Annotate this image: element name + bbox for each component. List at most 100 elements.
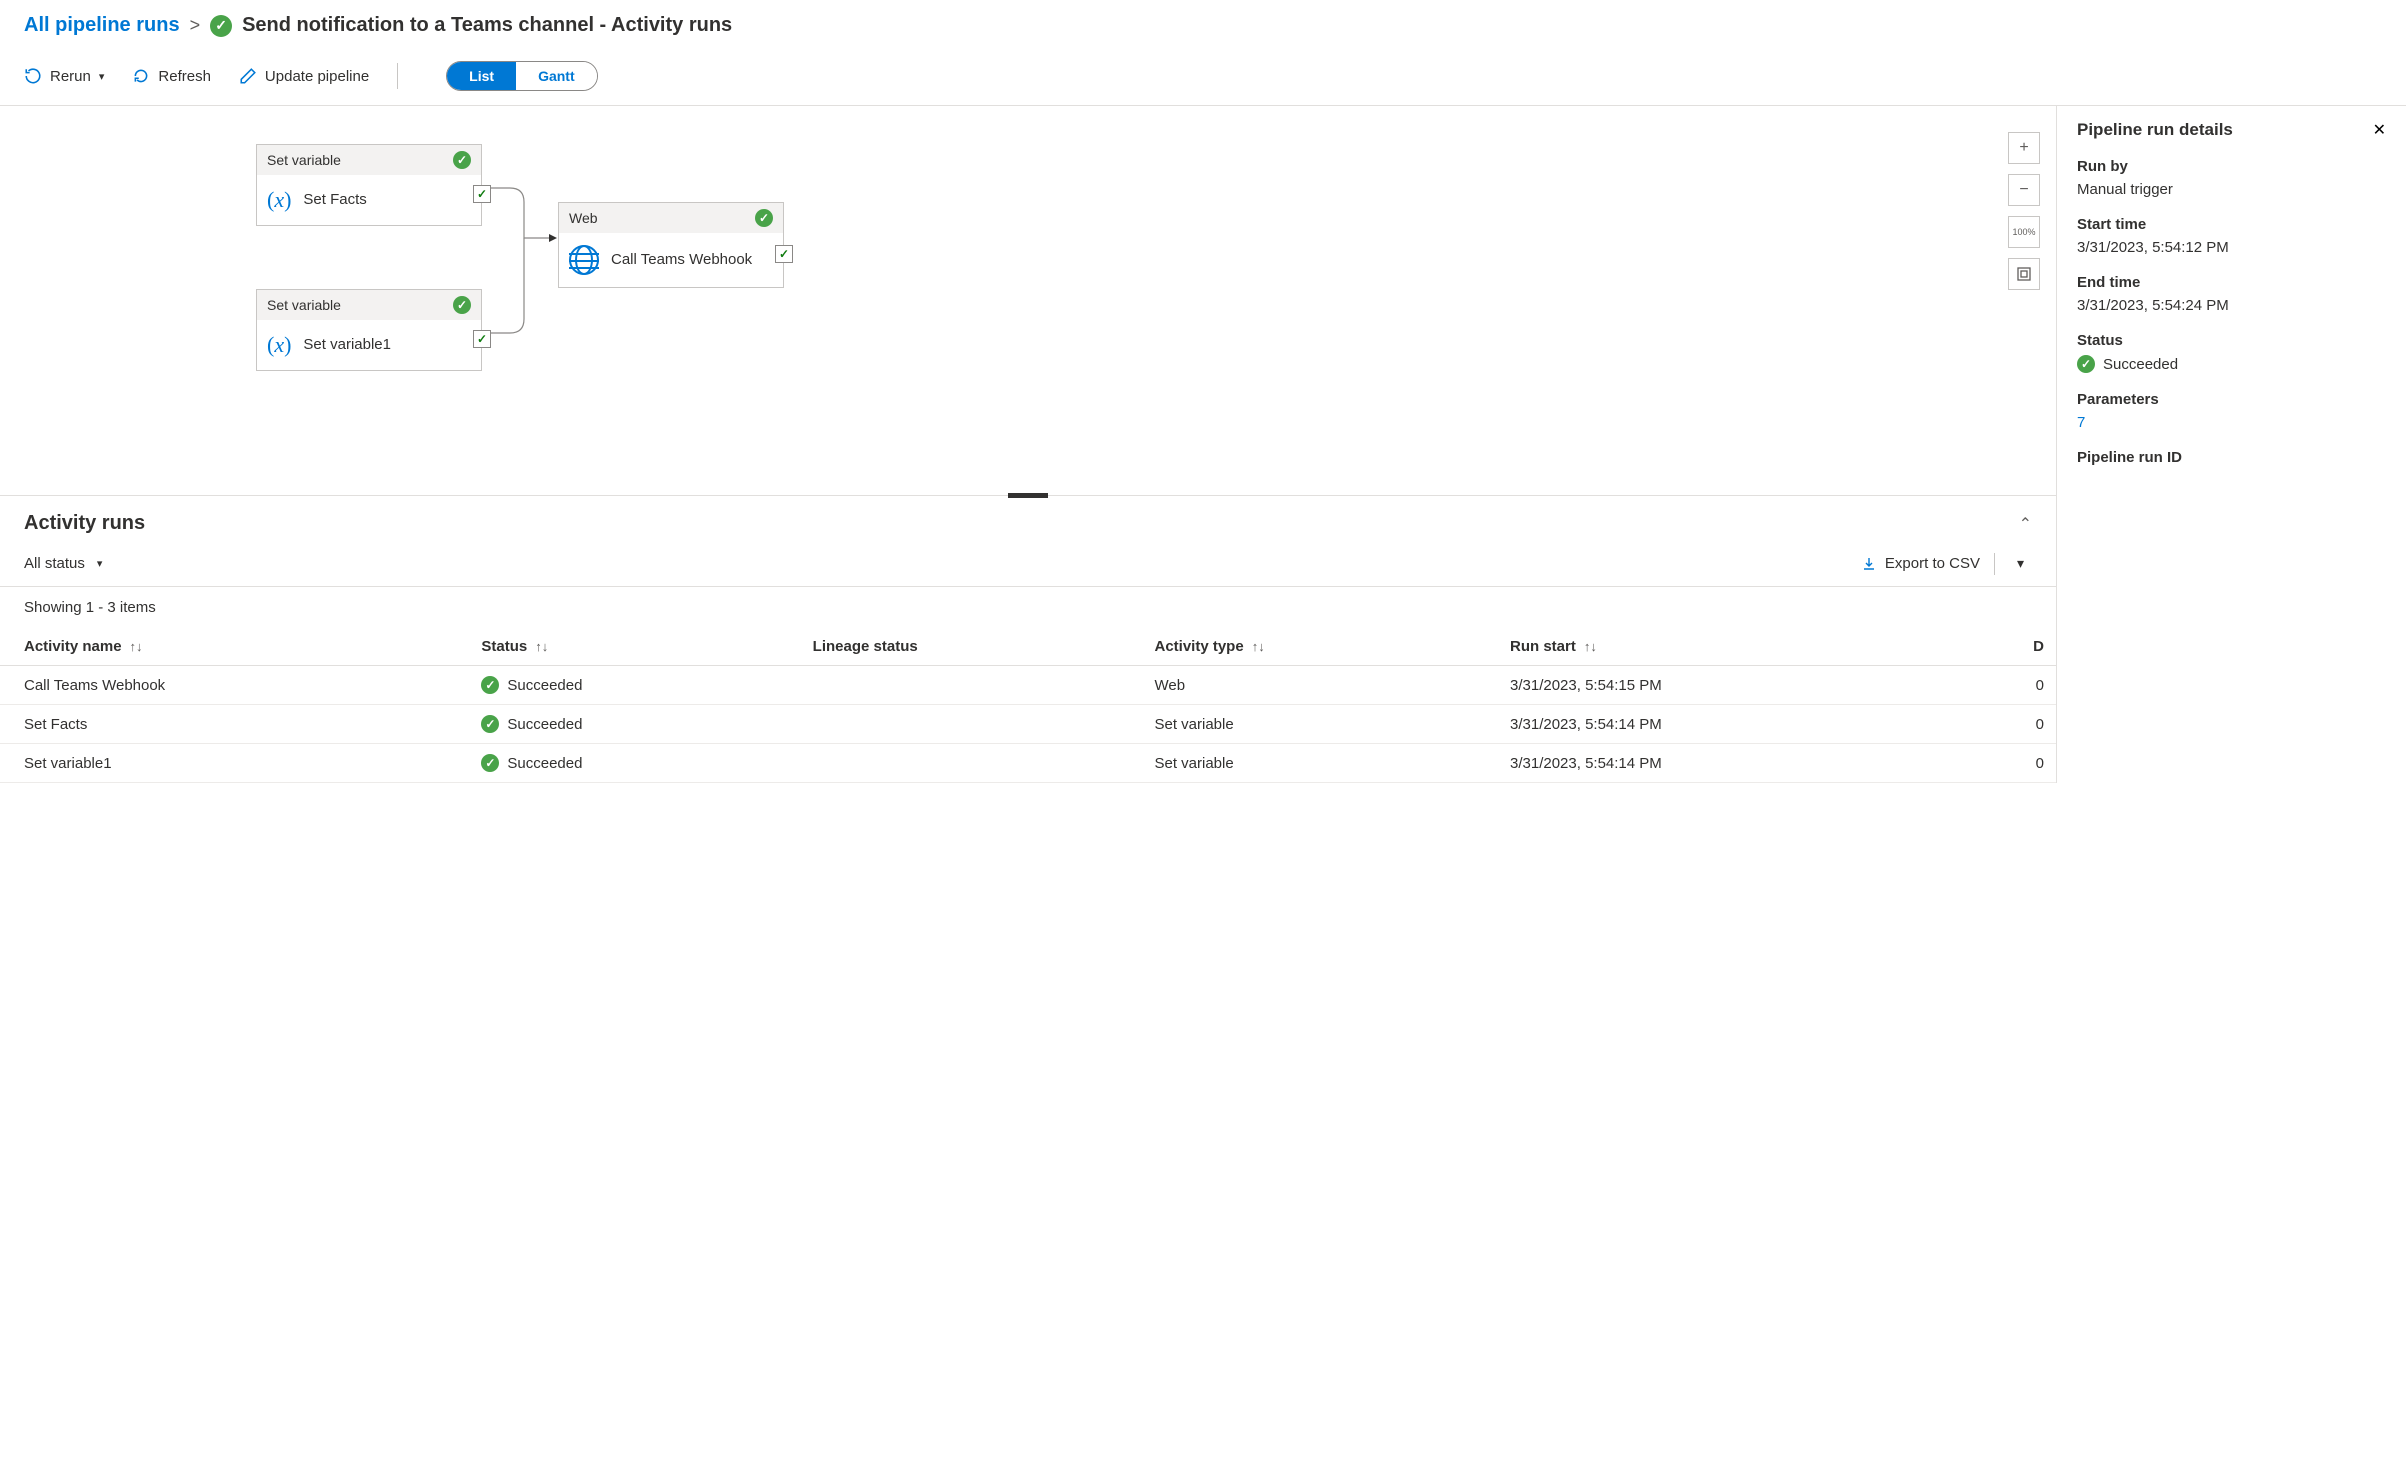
variable-icon: x bbox=[267, 187, 291, 213]
col-duration[interactable]: D bbox=[1964, 628, 2056, 666]
more-options-button[interactable]: ▾ bbox=[2009, 551, 2032, 576]
zoom-in-button[interactable]: + bbox=[2008, 132, 2040, 164]
success-icon bbox=[453, 296, 471, 314]
sort-icon: ↑↓ bbox=[535, 639, 548, 654]
cell-start: 3/31/2023, 5:54:14 PM bbox=[1498, 705, 1964, 744]
details-title: Pipeline run details bbox=[2077, 120, 2233, 140]
parameters-link[interactable]: 7 bbox=[2077, 414, 2386, 431]
cell-lineage bbox=[801, 666, 1143, 705]
success-icon bbox=[210, 15, 232, 37]
status-value: Succeeded bbox=[2077, 355, 2386, 373]
resize-handle[interactable] bbox=[1008, 493, 1048, 498]
success-icon bbox=[481, 754, 499, 772]
run-by-value: Manual trigger bbox=[2077, 181, 2386, 198]
pipeline-canvas[interactable]: Set variable x Set Facts Set variable bbox=[0, 106, 2056, 496]
edit-icon bbox=[239, 67, 257, 85]
cell-start: 3/31/2023, 5:54:15 PM bbox=[1498, 666, 1964, 705]
download-icon bbox=[1861, 556, 1877, 572]
chevron-up-icon: ⌃ bbox=[2019, 516, 2032, 533]
canvas-controls: + − 100% bbox=[2008, 132, 2040, 290]
fit-icon bbox=[2016, 266, 2032, 282]
connectors bbox=[0, 106, 1000, 496]
activity-node-set-facts[interactable]: Set variable x Set Facts bbox=[256, 144, 482, 226]
node-name: Call Teams Webhook bbox=[611, 250, 752, 270]
close-icon: ✕ bbox=[2373, 122, 2386, 139]
end-time-label: End time bbox=[2077, 274, 2386, 291]
cell-duration: 0 bbox=[1964, 705, 2056, 744]
sort-icon: ↑↓ bbox=[1252, 639, 1265, 654]
activity-node-call-teams-webhook[interactable]: Web Call Teams Webhook bbox=[558, 202, 784, 288]
run-id-label: Pipeline run ID bbox=[2077, 449, 2386, 466]
collapse-button[interactable]: ⌃ bbox=[2019, 514, 2032, 534]
activity-runs-header: Activity runs ⌃ bbox=[0, 496, 2056, 545]
cell-name: Set Facts bbox=[0, 705, 469, 744]
cell-name: Call Teams Webhook bbox=[0, 666, 469, 705]
chevron-down-icon: ▾ bbox=[99, 70, 105, 83]
breadcrumb: All pipeline runs > Send notification to… bbox=[0, 0, 2406, 51]
cell-type: Web bbox=[1142, 666, 1498, 705]
page-title: Send notification to a Teams channel - A… bbox=[210, 14, 732, 37]
output-port[interactable] bbox=[775, 245, 793, 263]
close-button[interactable]: ✕ bbox=[2373, 120, 2386, 140]
rerun-icon bbox=[24, 67, 42, 85]
table-row[interactable]: Call Teams WebhookSucceeded Web3/31/2023,… bbox=[0, 666, 2056, 705]
fit-to-screen-button[interactable] bbox=[2008, 258, 2040, 290]
node-name: Set Facts bbox=[303, 190, 366, 210]
col-lineage[interactable]: Lineage status bbox=[801, 628, 1143, 666]
gantt-view-button[interactable]: Gantt bbox=[516, 62, 597, 90]
refresh-icon bbox=[132, 67, 150, 85]
success-icon bbox=[481, 676, 499, 694]
zoom-out-button[interactable]: − bbox=[2008, 174, 2040, 206]
details-panel: Pipeline run details ✕ Run by Manual tri… bbox=[2056, 106, 2406, 783]
cell-lineage bbox=[801, 744, 1143, 783]
success-icon bbox=[453, 151, 471, 169]
cell-name: Set variable1 bbox=[0, 744, 469, 783]
cell-status: Succeeded bbox=[469, 744, 800, 783]
col-status[interactable]: Status↑↓ bbox=[469, 628, 800, 666]
sort-icon: ↑↓ bbox=[1584, 639, 1597, 654]
zoom-reset-button[interactable]: 100% bbox=[2008, 216, 2040, 248]
update-pipeline-button[interactable]: Update pipeline bbox=[239, 67, 369, 85]
cell-duration: 0 bbox=[1964, 666, 2056, 705]
filter-bar: All status ▾ Export to CSV ▾ bbox=[0, 545, 2056, 587]
list-view-button[interactable]: List bbox=[447, 62, 516, 90]
node-type: Set variable bbox=[267, 152, 341, 168]
output-port[interactable] bbox=[473, 185, 491, 203]
cell-type: Set variable bbox=[1142, 744, 1498, 783]
col-activity-name[interactable]: Activity name↑↓ bbox=[0, 628, 469, 666]
output-port[interactable] bbox=[473, 330, 491, 348]
cell-start: 3/31/2023, 5:54:14 PM bbox=[1498, 744, 1964, 783]
status-filter[interactable]: All status ▾ bbox=[24, 555, 102, 572]
start-time-label: Start time bbox=[2077, 216, 2386, 233]
page-title-text: Send notification to a Teams channel - A… bbox=[242, 14, 732, 37]
cell-lineage bbox=[801, 705, 1143, 744]
globe-icon bbox=[569, 245, 599, 275]
activity-node-set-variable1[interactable]: Set variable x Set variable1 bbox=[256, 289, 482, 371]
breadcrumb-all-runs[interactable]: All pipeline runs bbox=[24, 14, 180, 37]
activity-runs-title: Activity runs bbox=[24, 512, 145, 535]
col-type[interactable]: Activity type↑↓ bbox=[1142, 628, 1498, 666]
view-toggle: List Gantt bbox=[446, 61, 597, 91]
sort-icon: ↑↓ bbox=[130, 639, 143, 654]
showing-count: Showing 1 - 3 items bbox=[0, 587, 2056, 628]
start-time-value: 3/31/2023, 5:54:12 PM bbox=[2077, 239, 2386, 256]
success-icon bbox=[2077, 355, 2095, 373]
export-csv-button[interactable]: Export to CSV bbox=[1861, 555, 1980, 572]
activity-runs-table: Activity name↑↓ Status↑↓ Lineage status … bbox=[0, 628, 2056, 783]
node-type: Web bbox=[569, 210, 598, 226]
table-row[interactable]: Set variable1Succeeded Set variable3/31/2… bbox=[0, 744, 2056, 783]
run-by-label: Run by bbox=[2077, 158, 2386, 175]
cell-status: Succeeded bbox=[469, 666, 800, 705]
parameters-label: Parameters bbox=[2077, 391, 2386, 408]
success-icon bbox=[755, 209, 773, 227]
refresh-button[interactable]: Refresh bbox=[132, 67, 211, 85]
col-start[interactable]: Run start↑↓ bbox=[1498, 628, 1964, 666]
breadcrumb-separator: > bbox=[190, 15, 201, 36]
variable-icon: x bbox=[267, 332, 291, 358]
success-icon bbox=[481, 715, 499, 733]
table-row[interactable]: Set FactsSucceededSet variable3/31/2023,… bbox=[0, 705, 2056, 744]
rerun-button[interactable]: Rerun ▾ bbox=[24, 67, 104, 85]
toolbar: Rerun ▾ Refresh Update pipeline List Gan… bbox=[0, 51, 2406, 106]
status-label: Status bbox=[2077, 332, 2386, 349]
cell-status: Succeeded bbox=[469, 705, 800, 744]
